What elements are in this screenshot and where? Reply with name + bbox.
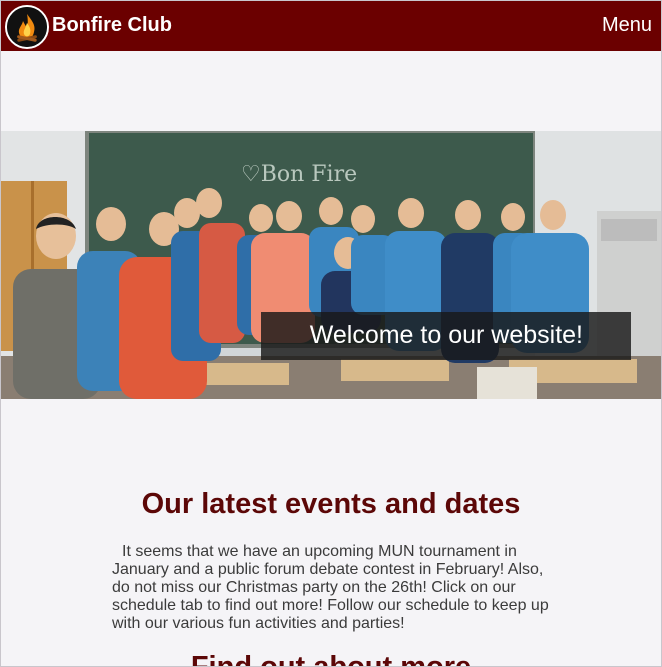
events-heading: Our latest events and dates bbox=[141, 488, 521, 520]
hero-caption-text: Welcome to our website! bbox=[309, 321, 583, 349]
menu-button[interactable]: Menu bbox=[602, 14, 652, 37]
page-frame: Bonfire Club Menu ♡Bon Fire Welcome to o… bbox=[0, 0, 662, 667]
hero-banner: ♡Bon Fire Welcome to our website! bbox=[1, 131, 661, 399]
hero-caption: Welcome to our website! bbox=[261, 312, 631, 360]
bonfire-logo-icon[interactable] bbox=[5, 5, 49, 49]
events-description: It seems that we have an upcoming MUN to… bbox=[112, 543, 549, 632]
more-heading: Find out about more bbox=[190, 651, 472, 667]
board-writing: ♡Bon Fire bbox=[241, 162, 357, 187]
navbar: Bonfire Club Menu bbox=[1, 1, 661, 51]
brand-title[interactable]: Bonfire Club bbox=[52, 14, 172, 37]
